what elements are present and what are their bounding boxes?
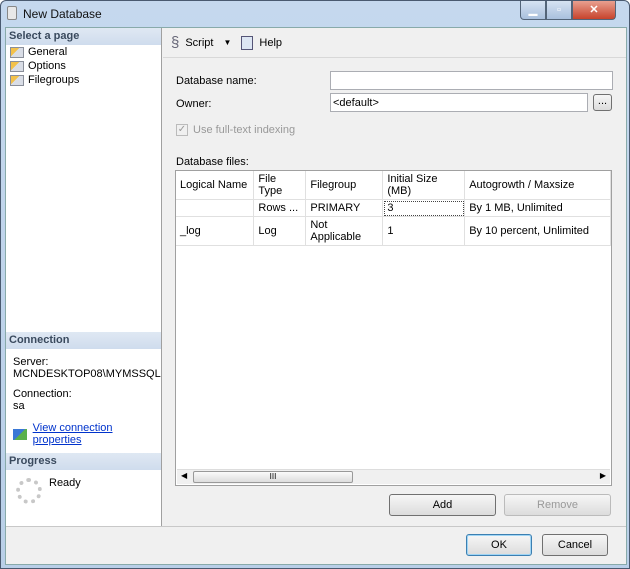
new-database-window: New Database ▁ ▫ ✕ Select a page General…: [0, 0, 630, 569]
window-title: New Database: [23, 7, 102, 21]
connection-properties-icon: [13, 428, 27, 440]
left-panel: Select a page General Options Filegroups…: [6, 28, 162, 526]
add-button[interactable]: Add: [389, 494, 496, 516]
connection-value: sa: [13, 400, 25, 412]
ok-button[interactable]: OK: [466, 534, 532, 556]
table-row[interactable]: _log Log Not Applicable 1 By 10 percent,…: [176, 216, 611, 246]
owner-browse-button[interactable]: ...: [593, 94, 612, 111]
general-page: § Script ▼ Help Database name: Owner: ..…: [163, 28, 626, 526]
help-button[interactable]: Help: [259, 37, 282, 49]
script-icon: §: [171, 34, 180, 51]
maximize-button[interactable]: ▫: [546, 1, 572, 20]
scroll-right-icon[interactable]: ▶: [600, 471, 606, 480]
script-dropdown-icon[interactable]: ▼: [223, 38, 231, 47]
page-label: Filegroups: [28, 74, 80, 86]
page-icon: [10, 60, 24, 72]
horizontal-scrollbar[interactable]: ◀ III ▶: [177, 469, 610, 484]
scroll-left-icon[interactable]: ◀: [181, 471, 187, 480]
fulltext-label: Use full-text indexing: [193, 124, 296, 136]
cell-autogrowth[interactable]: By 1 MB, Unlimited: [464, 199, 611, 217]
page-label: General: [28, 46, 68, 58]
server-value: MCNDESKTOP08\MYMSSQLSEI: [13, 368, 161, 380]
page-icon: [10, 46, 24, 58]
progress-spinner-icon: [16, 478, 42, 504]
column-header[interactable]: Logical Name: [176, 171, 255, 200]
table-row[interactable]: Rows ... PRIMARY 3 By 1 MB, Unlimited: [176, 199, 611, 217]
column-header[interactable]: File Type: [253, 171, 307, 200]
progress-header: Progress: [6, 453, 161, 470]
column-header[interactable]: Filegroup: [305, 171, 384, 200]
owner-input[interactable]: [330, 93, 588, 112]
cell-initial-size[interactable]: 1: [382, 216, 466, 246]
view-connection-properties-link[interactable]: View connection properties: [33, 422, 161, 446]
page-options[interactable]: Options: [6, 59, 161, 73]
column-header[interactable]: Initial Size (MB): [382, 171, 466, 200]
script-button[interactable]: Script: [185, 37, 213, 49]
dialog-client: Select a page General Options Filegroups…: [5, 27, 627, 565]
minimize-button[interactable]: ▁: [520, 1, 546, 20]
toolbar: § Script ▼ Help: [163, 28, 626, 58]
remove-button[interactable]: Remove: [504, 494, 611, 516]
cell-file-type[interactable]: Rows ...: [253, 199, 307, 217]
cell-filegroup[interactable]: Not Applicable: [305, 216, 384, 246]
page-icon: [10, 74, 24, 86]
page-label: Options: [28, 60, 66, 72]
scrollbar-thumb[interactable]: III: [193, 471, 353, 483]
grid-header: Logical Name File Type Filegroup Initial…: [176, 171, 611, 200]
cell-autogrowth[interactable]: By 10 percent, Unlimited: [464, 216, 611, 246]
select-page-header: Select a page: [6, 28, 161, 45]
page-general[interactable]: General: [6, 45, 161, 59]
cell-file-type[interactable]: Log: [253, 216, 307, 246]
help-icon: [241, 35, 254, 50]
database-name-label: Database name:: [176, 75, 257, 87]
cancel-button[interactable]: Cancel: [542, 534, 608, 556]
database-icon: [7, 6, 17, 20]
database-files-label: Database files:: [176, 156, 249, 168]
close-button[interactable]: ✕: [572, 1, 616, 20]
owner-label: Owner:: [176, 98, 212, 110]
page-filegroups[interactable]: Filegroups: [6, 73, 161, 87]
cell-logical-name[interactable]: [176, 199, 255, 217]
progress-status: Ready: [49, 477, 81, 489]
cell-filegroup[interactable]: PRIMARY: [305, 199, 384, 217]
database-name-input[interactable]: [330, 71, 613, 90]
server-label: Server:: [13, 356, 49, 368]
column-header[interactable]: Autogrowth / Maxsize: [464, 171, 611, 200]
cell-initial-size[interactable]: 3: [382, 199, 466, 217]
connection-label: Connection:: [13, 388, 72, 400]
cell-logical-name[interactable]: _log: [176, 216, 255, 246]
fulltext-checkbox[interactable]: ✓: [176, 124, 188, 136]
connection-header: Connection: [6, 332, 161, 349]
database-files-grid: Logical Name File Type Filegroup Initial…: [175, 170, 612, 486]
